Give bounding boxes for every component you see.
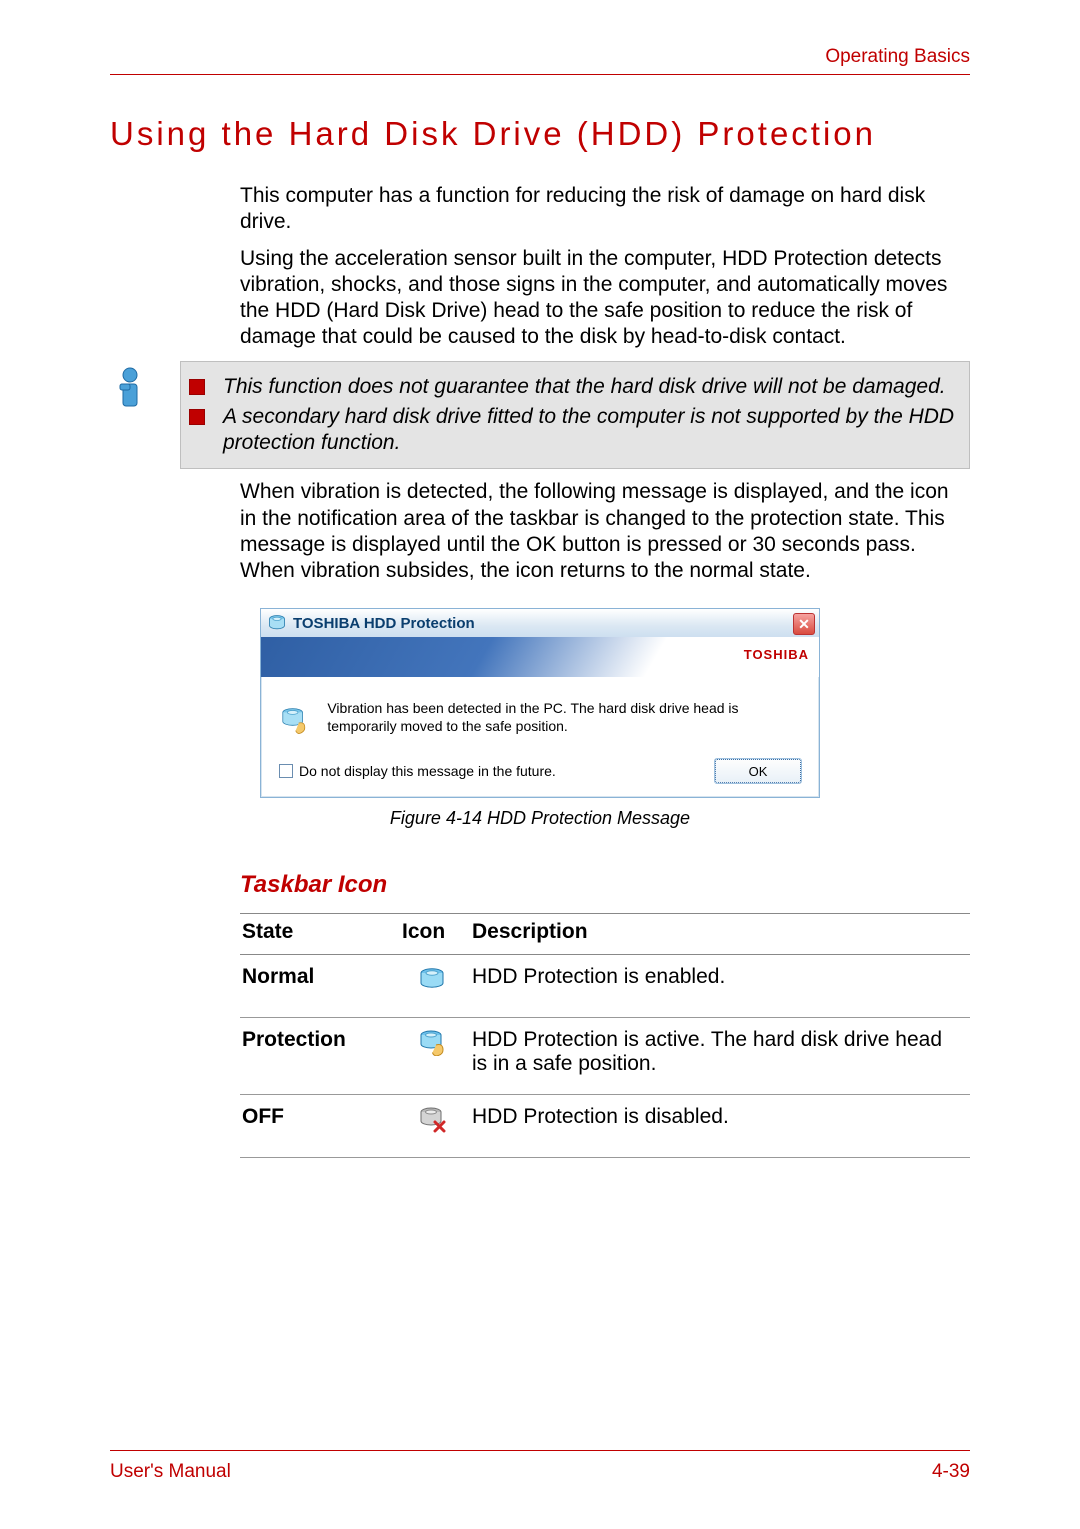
icon-cell <box>400 1095 470 1158</box>
subsection-title: Taskbar Icon <box>240 871 970 899</box>
hdd-protection-icon <box>418 1028 446 1056</box>
page-header: Operating Basics <box>110 46 970 75</box>
state-cell: OFF <box>240 1095 400 1158</box>
hdd-normal-icon <box>418 965 446 993</box>
suppress-checkbox[interactable] <box>279 764 293 778</box>
note-text: This function does not guarantee that th… <box>223 374 946 400</box>
table-row: Normal HDD Protection is enabled. <box>240 955 970 1018</box>
table-header-state: State <box>240 914 400 955</box>
footer-right: 4-39 <box>932 1461 970 1483</box>
table-header-icon: Icon <box>400 914 470 955</box>
desc-cell: HDD Protection is active. The hard disk … <box>470 1018 970 1095</box>
ok-button[interactable]: OK <box>715 759 801 783</box>
taskbar-icon-table: State Icon Description Normal HDD P <box>240 913 970 1158</box>
table-row: OFF HDD Protection is disabled. <box>240 1095 970 1158</box>
info-icon <box>108 365 152 414</box>
paragraph: This computer has a function for reducin… <box>240 183 970 236</box>
note-text: A secondary hard disk drive fitted to th… <box>223 404 957 457</box>
close-button[interactable]: ✕ <box>793 613 815 635</box>
chapter-label: Operating Basics <box>825 46 970 67</box>
hdd-icon <box>267 613 287 633</box>
dialog-title: TOSHIBA HDD Protection <box>293 615 475 632</box>
paragraph: Using the acceleration sensor built in t… <box>240 246 970 351</box>
state-cell: Normal <box>240 955 400 1018</box>
brand-label: TOSHIBA <box>744 647 809 662</box>
state-cell: Protection <box>240 1018 400 1095</box>
hdd-protection-icon <box>279 699 309 741</box>
bullet-icon <box>189 379 205 395</box>
paragraph: When vibration is detected, the followin… <box>240 479 970 584</box>
icon-cell <box>400 1018 470 1095</box>
dialog-message: Vibration has been detected in the PC. T… <box>327 699 801 735</box>
section-title: Using the Hard Disk Drive (HDD) Protecti… <box>110 115 970 153</box>
bullet-icon <box>189 409 205 425</box>
table-row: Protection HDD Protection is active. The… <box>240 1018 970 1095</box>
checkbox-label: Do not display this message in the futur… <box>299 763 556 779</box>
desc-cell: HDD Protection is enabled. <box>470 955 970 1018</box>
icon-cell <box>400 955 470 1018</box>
footer-left: User's Manual <box>110 1461 231 1483</box>
table-header-desc: Description <box>470 914 970 955</box>
dialog-banner: TOSHIBA <box>261 637 819 677</box>
hdd-protection-dialog: TOSHIBA HDD Protection ✕ TOSHIBA Vibrati… <box>260 608 820 798</box>
figure-caption: Figure 4-14 HDD Protection Message <box>390 808 690 829</box>
dialog-titlebar: TOSHIBA HDD Protection ✕ <box>261 609 819 637</box>
hdd-off-icon <box>418 1105 446 1133</box>
page-footer: User's Manual 4-39 <box>110 1450 970 1483</box>
desc-cell: HDD Protection is disabled. <box>470 1095 970 1158</box>
note-box: This function does not guarantee that th… <box>180 361 970 470</box>
